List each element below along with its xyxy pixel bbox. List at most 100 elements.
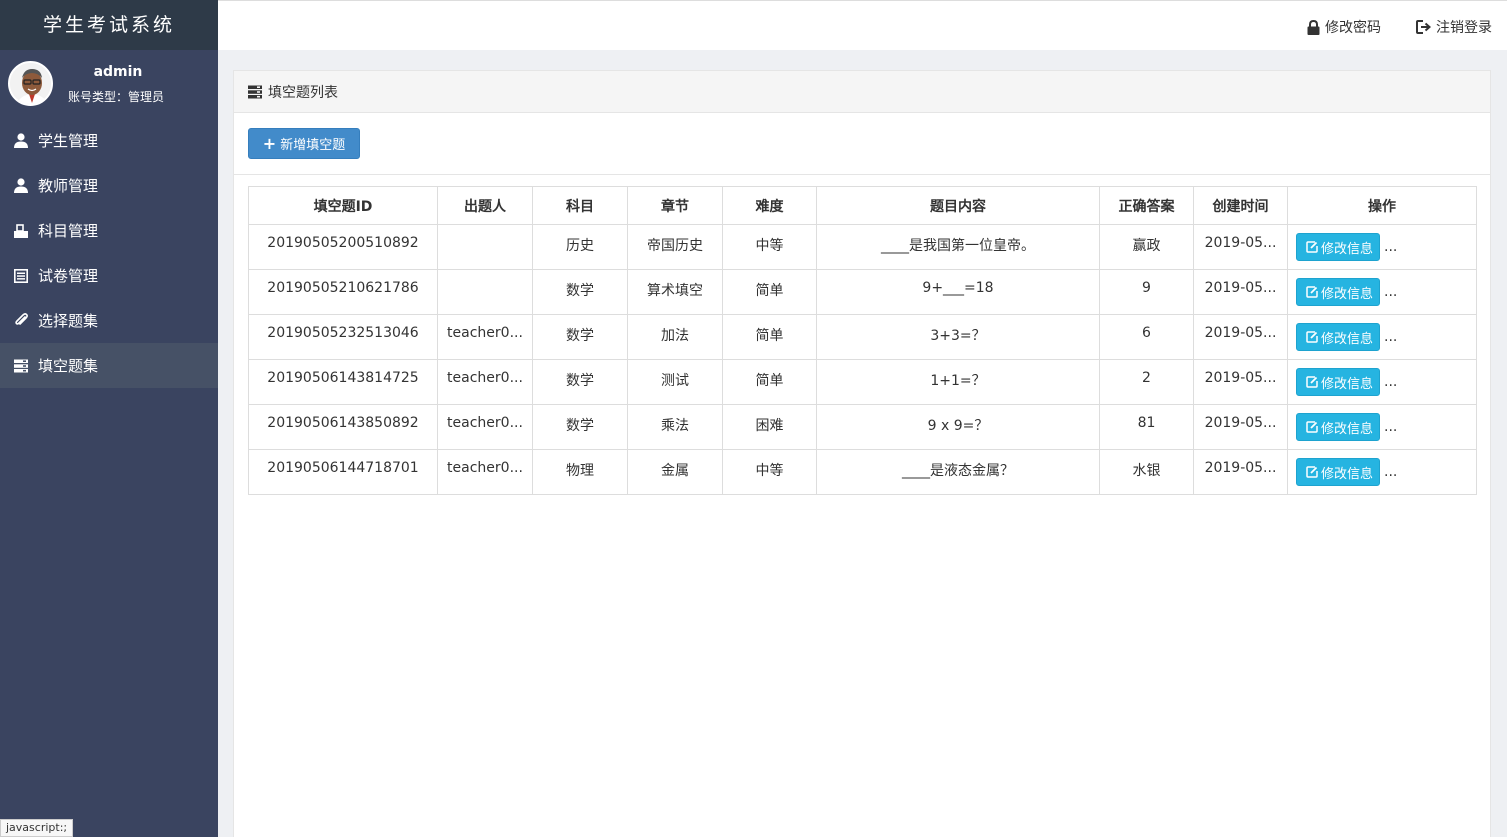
user-role: 账号类型：管理员 [68,90,165,104]
cell-answer: 6 [1099,314,1194,360]
cell-chapter: 加法 [627,314,723,360]
cell-author: teacher0... [437,314,533,360]
edit-button-label: 修改信息 [1321,331,1374,347]
edit-button[interactable]: 修改信息 [1296,413,1380,441]
cell-content: 3+3=？ [816,314,1100,360]
app-title: 学生考试系统 [0,0,218,50]
avatar [8,61,53,106]
more-actions[interactable]: ... [1384,329,1397,345]
edit-button[interactable]: 修改信息 [1296,323,1380,351]
column-header: 出题人 [437,186,533,225]
cell-created: 2019-05... [1193,269,1288,315]
sidebar-item-teacher-management[interactable]: 教师管理 [0,163,218,208]
browser-status-bar: javascript:; [0,819,74,837]
lock-icon [1307,19,1320,35]
edit-button[interactable]: 修改信息 [1296,233,1380,261]
cell-subject: 物理 [532,449,628,495]
edit-icon [1306,241,1318,253]
cell-answer: 81 [1099,404,1194,450]
table-header-row: 填空题ID 出题人 科目 章节 难度 题目内容 正确答案 创建时间 操作 [248,186,1477,225]
cell-author [437,224,533,270]
edit-button-label: 修改信息 [1321,376,1374,392]
more-actions[interactable]: ... [1384,419,1397,435]
cell-actions: 修改信息... [1287,224,1477,270]
cell-difficulty: 简单 [722,269,817,315]
logout-link[interactable]: 注销登录 [1416,17,1492,37]
cell-difficulty: 简单 [722,314,817,360]
cell-difficulty: 困难 [722,404,817,450]
cell-answer: 9 [1099,269,1194,315]
cell-actions: 修改信息... [1287,359,1477,405]
cell-answer: 赢政 [1099,224,1194,270]
cell-chapter: 帝国历史 [627,224,723,270]
cell-content: 9+___=18 [816,269,1100,315]
cell-subject: 历史 [532,224,628,270]
edit-button[interactable]: 修改信息 [1296,278,1380,306]
cell-content: 9 x 9=？ [816,404,1100,450]
cell-difficulty: 简单 [722,359,817,405]
edit-button[interactable]: 修改信息 [1296,458,1380,486]
sidebar-item-fill-blank-questions[interactable]: 填空题集 [0,343,218,388]
cell-author: teacher0... [437,359,533,405]
column-header: 科目 [532,186,628,225]
more-actions[interactable]: ... [1384,239,1397,255]
panel-heading: 填空题列表 [234,71,1490,113]
add-fill-blank-button[interactable]: + 新增填空题 [248,128,360,159]
cell-actions: 修改信息... [1287,269,1477,315]
more-actions[interactable]: ... [1384,284,1397,300]
more-actions[interactable]: ... [1384,464,1397,480]
table-row: 20190506144718701 teacher0... 物理 金属 中等 _… [248,449,1477,495]
edit-button-label: 修改信息 [1321,241,1374,257]
edit-icon [1306,421,1318,433]
edit-icon [1306,286,1318,298]
cell-chapter: 算术填空 [627,269,723,315]
edit-icon [1306,376,1318,388]
content-panel: 填空题列表 + 新增填空题 填空题ID 出题人 科目 章节 难度 题目内容 正确… [233,70,1491,837]
cell-content: ____是我国第一位皇帝。 [816,224,1100,270]
tasks-icon [248,85,262,99]
edit-button-label: 修改信息 [1321,466,1374,482]
panel-title: 填空题列表 [268,84,338,101]
column-header: 创建时间 [1193,186,1288,225]
table-row: 20190505200510892 历史 帝国历史 中等 ____是我国第一位皇… [248,224,1477,270]
edit-button[interactable]: 修改信息 [1296,368,1380,396]
sidebar-item-label: 学生管理 [38,132,99,150]
edit-button-label: 修改信息 [1321,421,1374,437]
sidebar-item-subject-management[interactable]: 科目管理 [0,208,218,253]
column-header: 填空题ID [248,186,438,225]
cell-id: 20190506144718701 [248,449,438,495]
sidebar-item-student-management[interactable]: 学生管理 [0,118,218,163]
cell-created: 2019-05... [1193,404,1288,450]
cell-chapter: 金属 [627,449,723,495]
sidebar-item-exam-management[interactable]: 试卷管理 [0,253,218,298]
change-password-link[interactable]: 修改密码 [1307,17,1381,37]
cell-actions: 修改信息... [1287,449,1477,495]
cell-created: 2019-05... [1193,359,1288,405]
sidebar-item-label: 试卷管理 [38,267,99,285]
add-button-label: 新增填空题 [280,138,346,153]
cell-created: 2019-05... [1193,449,1288,495]
sidebar-item-choice-questions[interactable]: 选择题集 [0,298,218,343]
user-icon [13,178,29,194]
cell-id: 20190505232513046 [248,314,438,360]
cell-difficulty: 中等 [722,449,817,495]
table-row: 20190506143814725 teacher0... 数学 测试 简单 1… [248,359,1477,405]
cell-created: 2019-05... [1193,224,1288,270]
cell-content: ____是液态金属？ [816,449,1100,495]
more-actions[interactable]: ... [1384,374,1397,390]
toolbar: + 新增填空题 [234,113,1490,175]
sidebar: 学生考试系统 admin 账号类型：管理员 学生管理 教师管理 科目管理 试卷管… [0,0,218,837]
cell-difficulty: 中等 [722,224,817,270]
sidebar-item-label: 教师管理 [38,177,99,195]
inbox-icon [13,223,29,239]
plus-icon: + [262,133,277,153]
edit-icon [1306,466,1318,478]
user-icon [13,133,29,149]
cell-chapter: 乘法 [627,404,723,450]
table-row: 20190505232513046 teacher0... 数学 加法 简单 3… [248,314,1477,360]
cell-chapter: 测试 [627,359,723,405]
user-panel: admin 账号类型：管理员 [0,50,218,118]
column-header: 题目内容 [816,186,1100,225]
logout-label: 注销登录 [1436,20,1492,36]
topbar: 修改密码 注销登录 [218,0,1507,50]
